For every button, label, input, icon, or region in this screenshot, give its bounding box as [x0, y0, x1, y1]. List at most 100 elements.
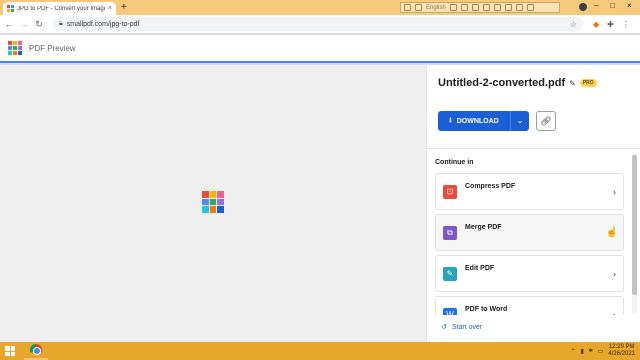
chevron-down-icon[interactable]: ⌄ — [511, 117, 529, 125]
minimize-button[interactable]: – — [594, 1, 598, 10]
spinner-tile — [217, 206, 224, 213]
logo-tile — [18, 46, 22, 50]
app-header: PDF Preview — [0, 35, 640, 63]
taskbar-chrome-app[interactable] — [24, 342, 48, 360]
start-over-label: Start over — [451, 323, 483, 331]
spinner-tile — [202, 191, 209, 198]
logo-tile — [13, 51, 17, 55]
word-icon: W — [443, 307, 457, 315]
spinner-tile — [209, 191, 217, 198]
menu-dots-icon[interactable]: ⋮ — [622, 20, 630, 29]
continue-in-label: Continue in — [435, 159, 474, 166]
tool-name: Merge PDF — [465, 224, 502, 231]
browser-tab[interactable]: JPG to PDF - Convert your Images × — [3, 2, 116, 15]
translate-toolbar-icon[interactable] — [404, 4, 411, 11]
pdf-preview-area — [0, 65, 426, 342]
tools-list: ⊡ Compress PDF › ⧉ Merge PDF ☝ ✎ Edit PD… — [435, 173, 624, 315]
compress-icon: ⊡ — [443, 184, 457, 199]
volume-icon[interactable]: 🔊︎ — [589, 348, 593, 355]
browser-toolbar: ← → ↻ 🔒︎ smallpdf.com/jpg-to-pdf ☆ ◆ ✚ ⋮ — [0, 15, 640, 34]
restart-icon: ↺ — [441, 324, 447, 331]
tool-name: Compress PDF — [465, 183, 516, 190]
translate-toolbar-icon[interactable] — [526, 4, 534, 11]
clock-date: 4/26/2021 — [608, 351, 635, 357]
download-icon: ⭳ — [449, 116, 452, 124]
translate-toolbar-icon[interactable] — [482, 4, 490, 11]
tool-name: PDF to Word — [465, 306, 508, 313]
logo-tile — [8, 41, 12, 45]
translate-toolbar-icon[interactable] — [471, 4, 479, 11]
windows-taskbar: ⌃ ▮ 🔊︎ ▭ 12:29 PM 4/26/2021 — [0, 342, 640, 360]
chrome-icon — [30, 344, 42, 356]
chevron-right-icon: › — [613, 186, 616, 197]
spinner-tile — [202, 198, 209, 206]
start-over-link[interactable]: ↺ Start over — [441, 323, 483, 332]
logo-tile — [8, 46, 12, 50]
file-name[interactable]: Untitled-2-converted.pdf — [438, 77, 565, 89]
network-icon[interactable]: ▮ — [581, 348, 584, 355]
side-panel: Untitled-2-converted.pdf ✎ PRO ⭳ DOWNLOA… — [426, 65, 640, 342]
download-main[interactable]: ⭳ DOWNLOAD — [438, 111, 511, 131]
smallpdf-favicon-icon — [7, 5, 14, 12]
spinner-tile — [209, 198, 217, 206]
tool-card-merge-pdf[interactable]: ⧉ Merge PDF ☝ — [435, 214, 624, 251]
link-icon: 🔗︎ — [540, 115, 552, 126]
tool-name: Edit PDF — [465, 265, 495, 272]
page-title: PDF Preview — [29, 43, 76, 53]
chevron-right-icon: › — [613, 268, 616, 279]
spinner-tile — [202, 206, 209, 213]
language-select[interactable]: English — [426, 5, 446, 11]
divider — [427, 148, 640, 149]
tool-card-pdf-to-word[interactable]: W PDF to Word › — [435, 296, 624, 315]
tools-scrollbar[interactable] — [632, 153, 637, 313]
logo-tile — [8, 51, 12, 55]
translate-toolbar-icon[interactable] — [515, 4, 523, 11]
chevron-right-icon: › — [613, 309, 616, 316]
lock-icon[interactable]: 🔒︎ — [59, 20, 63, 28]
bookmark-star-icon[interactable]: ☆ — [570, 20, 577, 29]
close-window-button[interactable]: × — [627, 1, 632, 10]
file-name-row: Untitled-2-converted.pdf ✎ PRO — [438, 77, 597, 89]
logo-tile — [18, 41, 22, 45]
download-button[interactable]: ⭳ DOWNLOAD ⌄ — [438, 111, 529, 131]
toolbar-extensions: ◆ ✚ ⋮ — [593, 20, 630, 29]
url-text[interactable]: smallpdf.com/jpg-to-pdf — [67, 21, 566, 28]
spinner-tile — [217, 198, 224, 206]
tab-close-icon[interactable]: × — [108, 5, 112, 12]
translate-toolbar-icon[interactable] — [460, 4, 468, 11]
tray-arrow-icon[interactable]: ⌃ — [571, 348, 576, 355]
spinner-tile — [217, 191, 224, 198]
maximize-button[interactable]: □ — [610, 1, 615, 10]
clock[interactable]: 12:29 PM 4/26/2021 — [608, 344, 635, 358]
browser-tab-strip: JPG to PDF - Convert your Images × + Eng… — [0, 0, 640, 15]
reload-icon[interactable]: ↻ — [33, 19, 45, 30]
keyboard-icon[interactable]: ▭ — [598, 348, 604, 355]
share-link-button[interactable]: 🔗︎ — [536, 111, 556, 131]
translate-toolbar-icon[interactable] — [504, 4, 512, 11]
loading-spinner-icon — [202, 191, 224, 213]
new-tab-button[interactable]: + — [121, 2, 127, 13]
edit-icon: ✎ — [443, 266, 457, 281]
forward-arrow-icon[interactable]: → — [18, 19, 30, 29]
spinner-tile — [209, 206, 217, 213]
tab-title: JPG to PDF - Convert your Images — [17, 5, 105, 12]
pencil-rename-icon[interactable]: ✎ — [569, 79, 576, 88]
clock-time: 12:29 PM — [608, 344, 635, 350]
tool-card-edit-pdf[interactable]: ✎ Edit PDF › — [435, 255, 624, 292]
download-label: DOWNLOAD — [456, 117, 499, 125]
puzzle-extensions-icon[interactable]: ✚ — [607, 20, 614, 29]
merge-icon: ⧉ — [443, 225, 457, 240]
profile-record-icon[interactable] — [579, 3, 587, 11]
logo-tile — [13, 41, 17, 45]
scrollbar-thumb[interactable] — [632, 155, 637, 295]
translate-toolbar-icon[interactable] — [415, 4, 422, 11]
back-arrow-icon[interactable]: ← — [3, 19, 15, 29]
address-bar[interactable]: 🔒︎ smallpdf.com/jpg-to-pdf ☆ — [53, 17, 583, 31]
translate-toolbar-icon[interactable] — [449, 4, 457, 11]
translate-toolbar-icon[interactable] — [493, 4, 501, 11]
pro-badge: PRO — [579, 79, 597, 87]
smallpdf-logo-icon[interactable] — [8, 41, 22, 55]
extension-icon[interactable]: ◆ — [593, 20, 599, 29]
tool-card-compress-pdf[interactable]: ⊡ Compress PDF › — [435, 173, 624, 210]
windows-start-icon[interactable] — [0, 342, 20, 360]
